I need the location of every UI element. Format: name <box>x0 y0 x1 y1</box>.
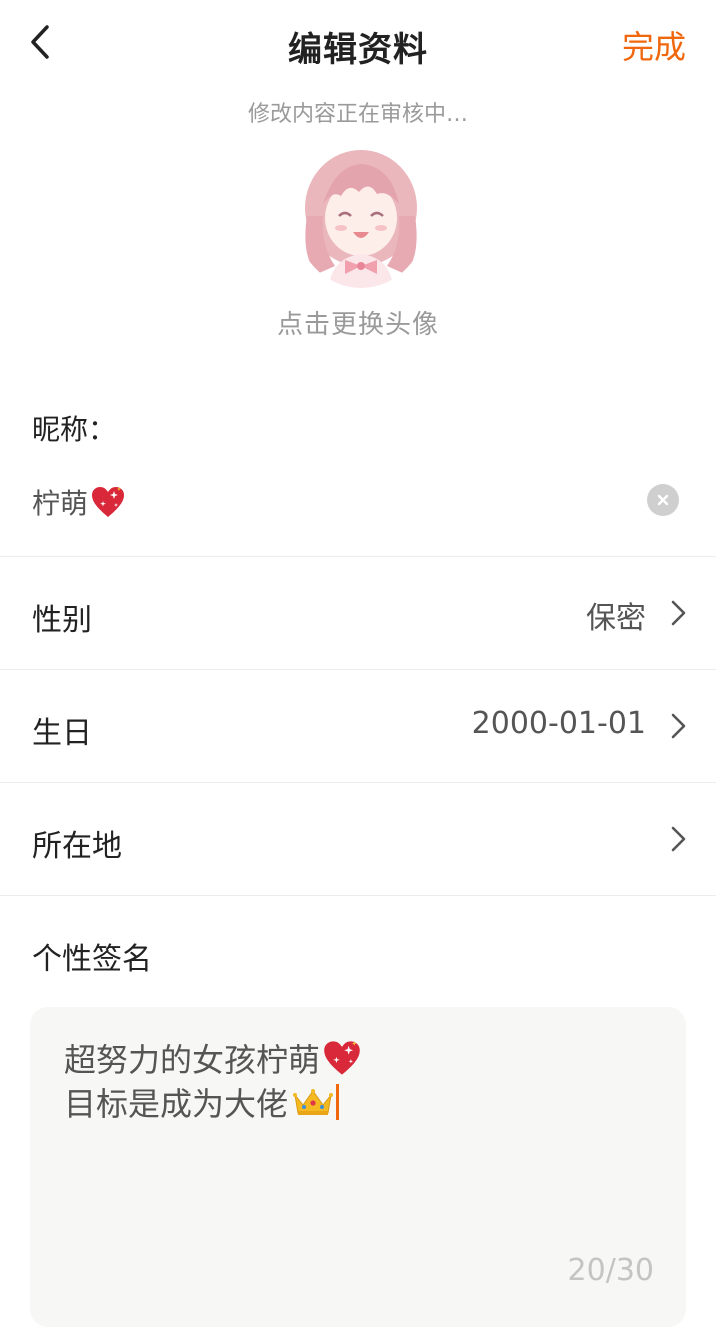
gender-label: 性别 <box>32 603 92 638</box>
gender-value: 保密 <box>586 601 646 636</box>
nav-bar: 编辑资料 完成 <box>0 0 716 86</box>
nickname-input[interactable]: 柠萌 <box>32 482 126 522</box>
change-avatar-hint[interactable]: 点击更换头像 <box>0 304 716 341</box>
clear-nickname-button[interactable] <box>647 484 679 516</box>
gender-row[interactable]: 性别 保密 <box>0 557 716 670</box>
sparkling-heart-icon <box>92 487 125 517</box>
chevron-right-icon <box>671 600 686 626</box>
location-row[interactable]: 所在地 <box>0 783 716 896</box>
birthday-value: 2000-01-01 <box>471 706 646 741</box>
location-label: 所在地 <box>32 829 122 864</box>
nickname-field[interactable]: 柠萌 <box>0 444 716 557</box>
birthday-row[interactable]: 生日 2000-01-01 <box>0 670 716 783</box>
chevron-right-icon <box>671 826 686 852</box>
text-cursor <box>336 1084 340 1120</box>
clear-circle-icon <box>657 494 669 506</box>
avatar-image <box>295 146 427 288</box>
signature-line-1: 超努力的女孩柠萌 <box>64 1035 362 1081</box>
birthday-label: 生日 <box>32 716 92 751</box>
signature-line-2: 目标是成为大佬 <box>64 1079 340 1125</box>
character-counter: 20/30 <box>567 1253 654 1288</box>
signature-text-1: 超努力的女孩柠萌 <box>64 1041 321 1079</box>
review-status-text: 修改内容正在审核中… <box>247 102 468 127</box>
signature-text-2: 目标是成为大佬 <box>64 1085 289 1123</box>
avatar[interactable] <box>295 146 427 288</box>
signature-textarea[interactable]: 超努力的女孩柠萌 目标是成为大佬 20/30 <box>30 1007 686 1327</box>
nickname-value: 柠萌 <box>32 487 89 520</box>
signature-label: 个性签名 <box>32 942 152 977</box>
done-button[interactable]: 完成 <box>622 22 686 68</box>
nickname-label: 昵称： <box>32 413 117 446</box>
sparkling-heart-icon <box>324 1041 360 1075</box>
page-title: 编辑资料 <box>288 30 428 70</box>
crown-icon <box>293 1089 334 1115</box>
chevron-right-icon <box>671 713 686 739</box>
